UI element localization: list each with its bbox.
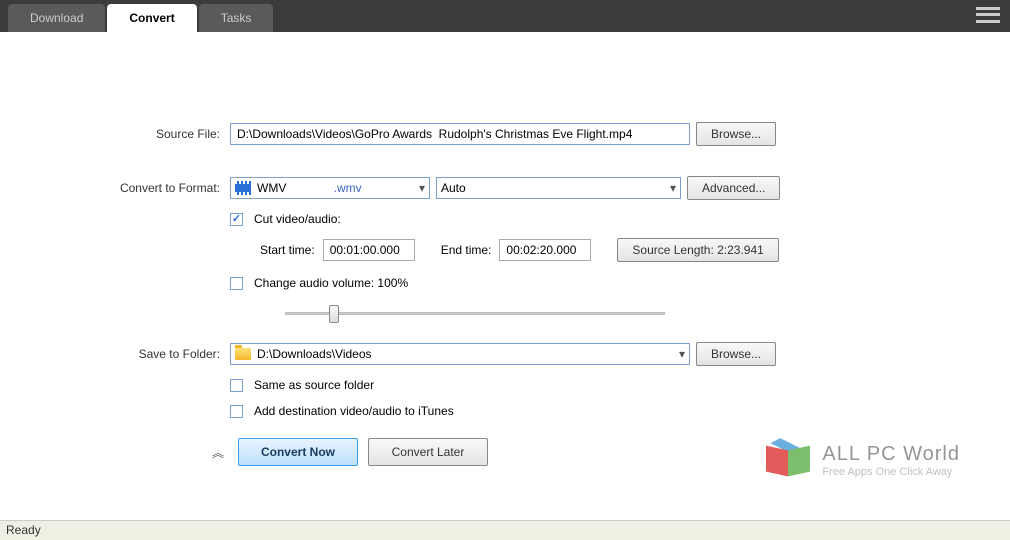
convert-later-button[interactable]: Convert Later (368, 438, 488, 466)
convert-now-button[interactable]: Convert Now (238, 438, 358, 466)
chevron-down-icon: ▾ (664, 181, 676, 195)
end-time-label: End time: (441, 243, 492, 257)
itunes-checkbox[interactable] (230, 405, 243, 418)
start-time-label: Start time: (260, 243, 315, 257)
format-value: WMV (257, 181, 286, 195)
browse-dest-button[interactable]: Browse... (696, 342, 776, 366)
slider-track (285, 312, 665, 315)
save-folder-dropdown[interactable]: D:\Downloads\Videos ▾ (230, 343, 690, 365)
save-to-label: Save to Folder: (60, 347, 230, 361)
cut-label: Cut video/audio: (254, 212, 341, 226)
format-ext: .wmv (334, 181, 366, 195)
source-length-button[interactable]: Source Length: 2:23.941 (617, 238, 778, 262)
start-time-input[interactable] (323, 239, 415, 261)
volume-checkbox[interactable] (230, 277, 243, 290)
slider-thumb[interactable] (329, 305, 339, 323)
same-folder-checkbox[interactable] (230, 379, 243, 392)
collapse-icon[interactable]: ︽ (212, 444, 230, 461)
filmstrip-icon (235, 181, 251, 195)
source-file-input[interactable] (230, 123, 690, 145)
tab-tasks[interactable]: Tasks (199, 4, 274, 32)
watermark: ALL PC World Free Apps One Click Away (766, 440, 960, 480)
watermark-title: ALL PC World (822, 443, 960, 466)
advanced-button[interactable]: Advanced... (687, 176, 780, 200)
volume-label: Change audio volume: 100% (254, 276, 408, 290)
save-folder-value: D:\Downloads\Videos (257, 347, 372, 361)
cube-logo-icon (766, 440, 814, 480)
cut-checkbox[interactable] (230, 213, 243, 226)
watermark-sub: Free Apps One Click Away (822, 466, 960, 478)
format-dropdown[interactable]: WMV .wmv ▾ (230, 177, 430, 199)
convert-panel: Source File: Browse... Convert to Format… (0, 32, 1010, 466)
source-file-label: Source File: (60, 127, 230, 141)
preset-value: Auto (441, 181, 466, 195)
convert-to-label: Convert to Format: (60, 181, 230, 195)
end-time-input[interactable] (499, 239, 591, 261)
menu-icon[interactable] (976, 5, 1000, 25)
top-tab-bar: Download Convert Tasks (0, 0, 1010, 32)
browse-source-button[interactable]: Browse... (696, 122, 776, 146)
same-folder-label: Same as source folder (254, 378, 374, 392)
tab-convert[interactable]: Convert (107, 4, 196, 32)
volume-slider[interactable] (285, 302, 665, 324)
status-bar: Ready (0, 520, 1010, 540)
status-text: Ready (6, 523, 41, 537)
preset-dropdown[interactable]: Auto ▾ (436, 177, 681, 199)
folder-icon (235, 348, 251, 360)
chevron-down-icon: ▾ (413, 181, 425, 195)
tab-download[interactable]: Download (8, 4, 105, 32)
chevron-down-icon: ▾ (673, 347, 685, 361)
itunes-label: Add destination video/audio to iTunes (254, 404, 454, 418)
